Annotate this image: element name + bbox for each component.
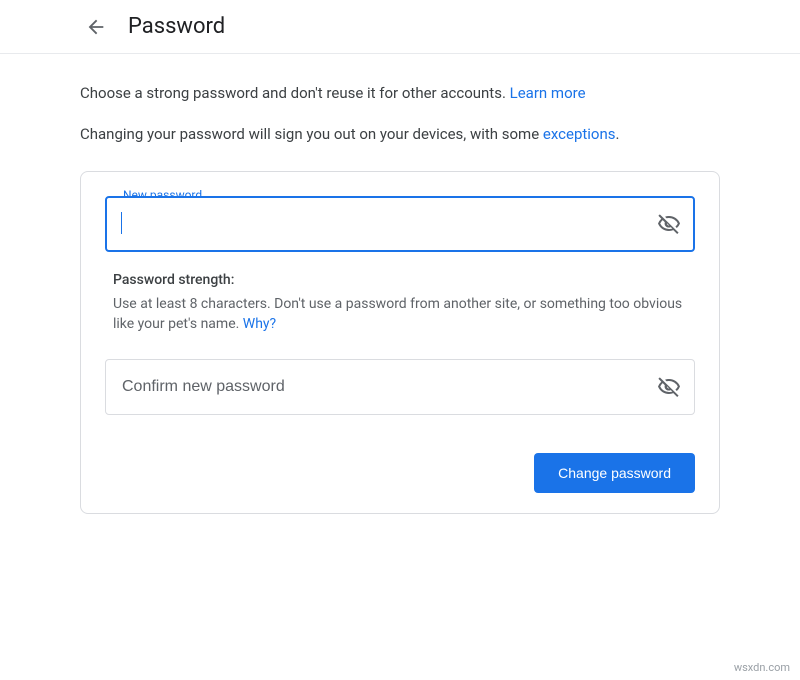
learn-more-link[interactable]: Learn more [510, 84, 586, 102]
intro-line-1: Choose a strong password and don't reuse… [80, 82, 720, 105]
change-password-button[interactable]: Change password [534, 453, 695, 493]
password-card: New password Password strength: Use at l… [80, 171, 720, 514]
exceptions-link[interactable]: exceptions [543, 125, 616, 143]
visibility-off-icon[interactable] [657, 212, 681, 236]
page-title: Password [128, 14, 225, 39]
intro-line-2: Changing your password will sign you out… [80, 123, 720, 146]
confirm-password-field [105, 359, 695, 415]
watermark: wsxdn.com [734, 661, 790, 674]
confirm-password-input[interactable] [105, 359, 695, 415]
intro-text-2: Changing your password will sign you out… [80, 125, 543, 143]
page-header: Password [0, 0, 800, 54]
new-password-input[interactable] [105, 196, 695, 252]
intro-text-1: Choose a strong password and don't reuse… [80, 84, 510, 102]
back-arrow-icon[interactable] [84, 15, 108, 39]
strength-hint: Use at least 8 characters. Don't use a p… [113, 296, 682, 332]
new-password-field: New password [105, 196, 695, 252]
password-strength: Password strength: Use at least 8 charac… [113, 272, 687, 335]
strength-hint-text: Use at least 8 characters. Don't use a p… [113, 294, 687, 335]
text-caret [121, 212, 122, 234]
content: Choose a strong password and don't reuse… [0, 54, 800, 514]
why-link[interactable]: Why? [243, 316, 276, 332]
strength-title: Password strength: [113, 272, 687, 288]
form-actions: Change password [105, 453, 695, 493]
visibility-off-icon[interactable] [657, 375, 681, 399]
intro-period: . [616, 125, 620, 143]
